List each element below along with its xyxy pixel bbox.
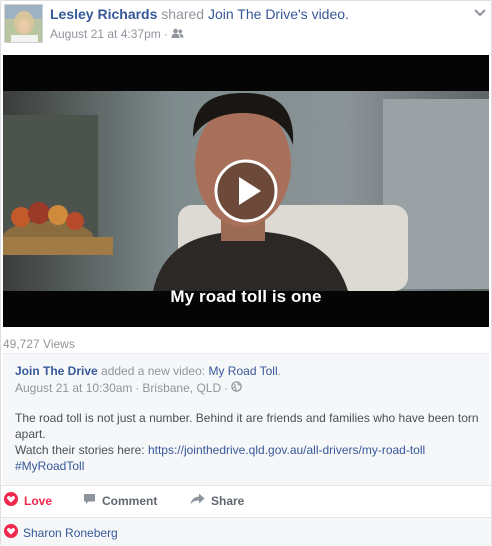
globe-audience-icon[interactable]: [231, 381, 242, 395]
share-label: Share: [211, 493, 245, 508]
reactions-summary: Sharon Roneberg: [1, 517, 491, 546]
author-name[interactable]: Lesley Richards: [50, 6, 157, 22]
shared-post-location[interactable]: Brisbane, QLD: [142, 381, 221, 395]
post-verb: shared: [161, 6, 205, 22]
meta-separator: ·: [135, 381, 140, 395]
video-subtitle: My road toll is one: [170, 287, 322, 306]
shared-post-body: The road toll is not just a number. Behi…: [15, 410, 481, 474]
love-reaction-icon: [4, 524, 18, 541]
meta-separator: ·: [163, 27, 168, 41]
love-button[interactable]: Love: [4, 492, 52, 509]
feed-post: Lesley Richards shared Join The Drive's …: [0, 0, 492, 546]
shared-post-verb: added a new video:: [101, 364, 206, 378]
friends-audience-icon[interactable]: [171, 27, 184, 41]
comment-icon: [83, 493, 96, 508]
post-options-chevron-icon[interactable]: [473, 5, 487, 17]
author-avatar[interactable]: [4, 4, 43, 43]
shared-post-link-line: Watch their stories here: https://jointh…: [15, 442, 481, 458]
comment-label: Comment: [102, 493, 158, 508]
shared-post-text: The road toll is not just a number. Behi…: [15, 411, 479, 441]
shared-video-title-link[interactable]: My Road Toll: [208, 364, 277, 378]
love-label: Love: [24, 493, 53, 508]
shared-post-title-suffix: .: [277, 364, 281, 378]
shared-post-meta: August 21 at 10:30am · Brisbane, QLD ·: [15, 381, 242, 395]
meta-separator: ·: [224, 381, 229, 395]
post-meta: August 21 at 4:37pm ·: [50, 27, 184, 41]
shared-object-link[interactable]: 's video.: [298, 6, 349, 22]
video-player[interactable]: My road toll is one: [3, 55, 489, 327]
shared-post: Join The Drive added a new video: My Roa…: [3, 353, 489, 485]
shared-post-author[interactable]: Join The Drive: [15, 364, 98, 378]
shared-post-timestamp[interactable]: August 21 at 10:30am: [15, 381, 132, 395]
view-count: 49,727 Views: [3, 337, 75, 351]
play-button[interactable]: [213, 158, 279, 224]
jointhedrive-url-link[interactable]: https://jointhedrive.qld.gov.au/all-driv…: [148, 443, 425, 457]
post-header: Lesley Richards shared Join The Drive's …: [50, 6, 349, 22]
post-timestamp[interactable]: August 21 at 4:37pm: [50, 27, 161, 41]
heart-icon: [4, 492, 18, 509]
reactor-name-link[interactable]: Sharon Roneberg: [23, 526, 118, 540]
shared-post-header: Join The Drive added a new video: My Roa…: [15, 364, 281, 378]
post-action-bar: Love Comment Share: [1, 485, 491, 515]
share-arrow-icon: [190, 493, 205, 508]
comment-button[interactable]: Comment: [83, 493, 157, 508]
shared-post-link-prefix: Watch their stories here:: [15, 443, 145, 457]
share-button[interactable]: Share: [190, 493, 244, 508]
shared-page-link[interactable]: Join The Drive: [208, 6, 298, 22]
hashtag-link[interactable]: #MyRoadToll: [15, 459, 84, 473]
